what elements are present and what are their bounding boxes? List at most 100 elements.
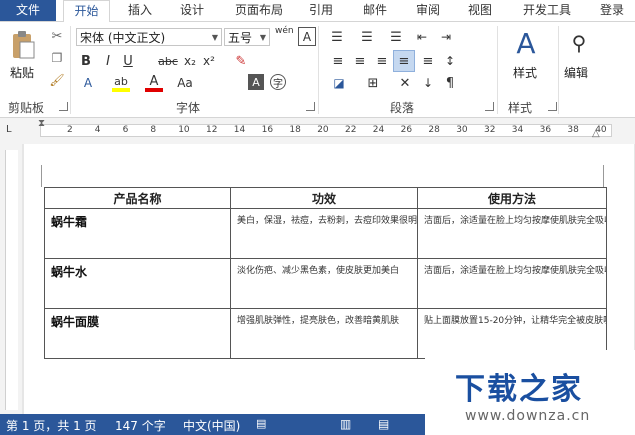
divider	[318, 26, 319, 114]
cell-name[interactable]: 蜗牛霜	[44, 208, 231, 259]
tab-review[interactable]: 审阅	[410, 0, 446, 21]
tab-view[interactable]: 视图	[462, 0, 498, 21]
tab-layout[interactable]: 页面布局	[228, 0, 290, 21]
show-marks-icon[interactable]: ¶	[440, 74, 460, 92]
styles-launcher-icon[interactable]	[548, 102, 557, 111]
tab-home[interactable]: 开始	[63, 0, 110, 23]
chevron-down-icon: ▼	[259, 33, 266, 42]
divider	[70, 26, 71, 114]
font-group-label: 字体	[176, 101, 201, 115]
indent-marker-icon[interactable]: ⧗	[38, 118, 45, 129]
sort-icon[interactable]: ↓	[418, 74, 438, 92]
divider	[558, 26, 559, 114]
paragraph-launcher-icon[interactable]	[485, 102, 494, 111]
highlight-icon[interactable]: ab	[112, 74, 130, 92]
paste-label[interactable]: 粘贴	[10, 64, 34, 81]
bullets-icon[interactable]: ☰	[326, 28, 348, 46]
font-launcher-icon[interactable]	[306, 102, 315, 111]
shading-icon[interactable]: ◪	[328, 74, 350, 92]
vertical-ruler-bar[interactable]	[5, 150, 18, 410]
product-table[interactable]: 产品名称 功效 使用方法 蜗牛霜 美白，保湿，祛痘，去粉刺，去痘印效果很明显。 …	[44, 187, 607, 359]
tab-design[interactable]: 设计	[172, 0, 212, 21]
align-left-icon[interactable]: ≡	[328, 52, 348, 70]
font-name-combo[interactable]: 宋体 (中文正文) ▼	[76, 28, 222, 46]
styles-icon[interactable]: A	[510, 26, 542, 60]
copy-icon[interactable]: ❐	[48, 50, 66, 66]
char-shading-icon[interactable]: A	[248, 74, 264, 90]
signin-link[interactable]: 登录	[592, 0, 632, 21]
cell-effect[interactable]: 美白，保湿，祛痘，去粉刺，去痘印效果很明显。	[230, 208, 418, 259]
align-center-icon[interactable]: ≡	[350, 52, 370, 70]
table-header-row: 产品名称 功效 使用方法	[44, 187, 607, 209]
ruler-number: 4	[94, 125, 101, 135]
styles-group-label: 样式	[508, 101, 533, 115]
justify-icon[interactable]: ≡	[393, 50, 415, 72]
ruler-number: 28	[428, 125, 440, 135]
borders-icon[interactable]: ⊞	[362, 74, 384, 92]
clipboard-group-label: 剪贴板	[8, 101, 45, 115]
strikethrough-button[interactable]: abc	[157, 52, 179, 70]
cell-name[interactable]: 蜗牛水	[44, 258, 231, 309]
italic-button[interactable]: I	[100, 52, 116, 70]
cell-usage[interactable]: 洁面后，涂适量在脸上均匀按摩使肌肤完全吸收即可	[417, 258, 607, 309]
cell-effect[interactable]: 淡化伤疤、减少黑色素，使皮肤更加美白	[230, 258, 418, 309]
styles-button[interactable]: 样式	[513, 64, 537, 81]
text-effects-icon[interactable]: A	[78, 74, 98, 92]
ruler-number: 2	[67, 125, 73, 135]
watermark-url: www.downza.cn	[465, 408, 591, 424]
font-color-icon[interactable]: A	[145, 74, 163, 92]
ribbon: 粘贴 ✂ ❐ 🖌 剪贴板 宋体 (中文正文) ▼ 五号 ▼ wén A B I U …	[0, 22, 635, 118]
increase-indent-icon[interactable]: ⇥	[436, 28, 456, 46]
ruler-number: 32	[484, 125, 496, 135]
decrease-indent-icon[interactable]: ⇤	[412, 28, 432, 46]
header-effect[interactable]: 功效	[230, 187, 418, 209]
font-size-combo[interactable]: 五号 ▼	[224, 28, 270, 46]
word-count[interactable]: 147 个字	[115, 417, 166, 434]
ruler-number: 24	[372, 125, 385, 135]
tab-mailings[interactable]: 邮件	[357, 0, 393, 21]
numbering-icon[interactable]: ☰	[356, 28, 378, 46]
font-grow-icon[interactable]: Aa	[176, 74, 194, 92]
tab-file[interactable]: 文件	[0, 0, 56, 21]
divider	[497, 26, 498, 114]
clear-format-icon[interactable]: ✎	[232, 52, 250, 70]
subscript-button[interactable]: x₂	[182, 52, 198, 70]
phonetic-guide-icon[interactable]: wén	[275, 26, 294, 36]
editing-button[interactable]: 编辑	[564, 64, 588, 81]
format-painter-icon[interactable]: 🖌	[48, 72, 66, 88]
cell-name[interactable]: 蜗牛面膜	[44, 308, 231, 359]
enclose-char-icon[interactable]: 字	[270, 74, 286, 90]
multilevel-list-icon[interactable]: ☰	[385, 28, 407, 46]
chinese-layout-icon[interactable]: ✕	[395, 74, 415, 92]
paste-icon[interactable]	[8, 28, 38, 62]
tab-developer[interactable]: 开发工具	[517, 0, 577, 21]
align-right-icon[interactable]: ≡	[372, 52, 392, 70]
line-spacing-icon[interactable]: ↕	[440, 52, 460, 70]
distributed-icon[interactable]: ≡	[418, 52, 438, 70]
cell-usage[interactable]: 洁面后，涂适量在脸上均匀按摩使肌肤完全吸收即可	[417, 208, 607, 259]
header-product-name[interactable]: 产品名称	[44, 187, 231, 209]
bold-button[interactable]: B	[78, 52, 94, 70]
margin-mark	[41, 165, 42, 187]
superscript-button[interactable]: x²	[201, 52, 217, 70]
tab-references[interactable]: 引用	[303, 0, 339, 21]
proofing-icon[interactable]: ▤	[256, 417, 266, 430]
tab-selector-icon[interactable]: L	[6, 124, 18, 136]
page-count[interactable]: 第 1 页，共 1 页	[6, 417, 97, 434]
cell-effect[interactable]: 增强肌肤弹性，提亮肤色，改善暗黄肌肤	[230, 308, 418, 359]
char-border-icon[interactable]: A	[298, 27, 316, 46]
ruler-number: 12	[206, 125, 218, 135]
ruler-number: 18	[289, 125, 301, 135]
table-row: 蜗牛霜 美白，保湿，祛痘，去粉刺，去痘印效果很明显。 洁面后，涂适量在脸上均匀按…	[44, 208, 607, 259]
read-mode-icon[interactable]: ▥	[340, 417, 351, 431]
cut-icon[interactable]: ✂	[48, 28, 66, 44]
underline-button[interactable]: U	[120, 52, 136, 70]
binoculars-icon[interactable]: ⚲	[565, 30, 593, 56]
print-layout-icon[interactable]: ▤	[378, 417, 389, 431]
language[interactable]: 中文(中国)	[183, 417, 240, 434]
tab-insert[interactable]: 插入	[120, 0, 160, 21]
ruler-number: 16	[261, 125, 274, 135]
clipboard-launcher-icon[interactable]	[59, 102, 68, 111]
header-usage[interactable]: 使用方法	[417, 187, 607, 209]
ruler-number: 22	[345, 125, 357, 135]
